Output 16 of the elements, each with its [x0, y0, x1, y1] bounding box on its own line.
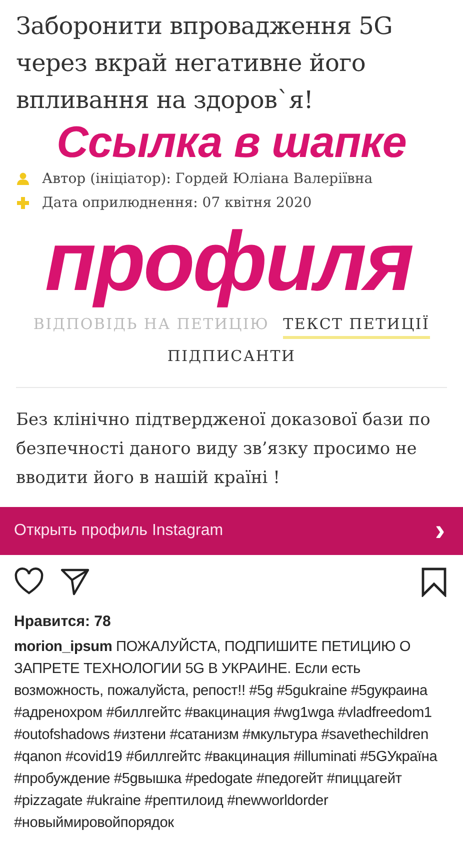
person-icon — [16, 172, 30, 186]
open-profile-button[interactable]: Открыть профиль Instagram › — [0, 507, 463, 555]
petition-tab[interactable]: ТЕКСТ ПЕТИЦІЇ — [283, 315, 430, 339]
meta-text: Дата оприлюднення: 07 квітня 2020 — [42, 195, 312, 211]
plus-icon — [16, 196, 30, 210]
heart-icon[interactable] — [14, 567, 44, 597]
likes-count: Нравится: 78 — [13, 612, 112, 630]
overlay-caption: Ссылка в шапке — [56, 119, 406, 167]
send-icon[interactable] — [60, 567, 90, 597]
petition-text: Без клінічно підтвердженої доказової бази по безпечності даного виду зв’язку просимо не вводити його в нашій країні ! — [16, 409, 432, 490]
bookmark-icon[interactable] — [421, 567, 447, 597]
post-caption: morion_ipsum ПОЖАЛУЙСТА, ПОДПИШИТЕ ПЕТИЦИЮ О ЗАПРЕТЕ ТЕХНОЛОГИИ 5G В УКРАИНЕ. Если есть возможность, пожалуйста, репост!! #5g #5gukraine #5gукраина #адренохром #биллгейтс #вакцинация #wg1wga #vladfreedom1 #outofshadows #изтени #сатанизм #мкультура #savethechildren #qanon #covid19 #биллгейтс #вакцинация #illuminati #5GУкраїна #пробуждение #5gвышка #pedogate #педогейт #пиццагейт #pizzagate #ukraine #рептилоид #newworldorder #новыймировойпорядок — [13, 636, 438, 833]
petition-title: Заборонити впровадження 5G через вкрай негативне його впливання на здоров`я! — [16, 11, 394, 116]
meta-text: Автор (ініціатор): Гордей Юліана Валеріївна — [42, 171, 373, 187]
overlay-caption: профиля — [44, 213, 414, 310]
petition-tab[interactable]: ПІДПИСАНТИ — [167, 347, 296, 371]
